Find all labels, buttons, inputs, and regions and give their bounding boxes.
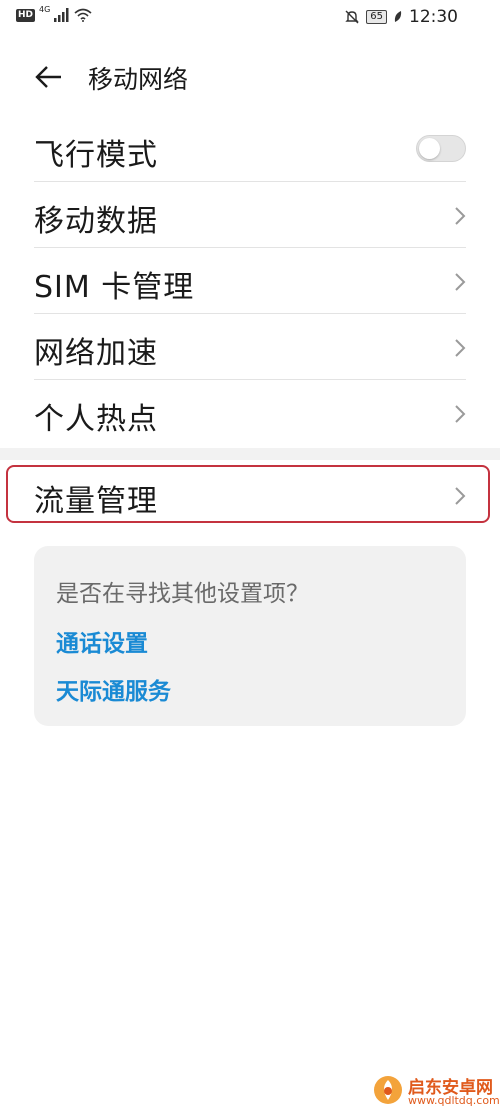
network-acceleration-label: 网络加速	[34, 336, 158, 371]
back-button[interactable]	[30, 58, 70, 94]
watermark: 启东安卓网 www.qdltdq.com	[372, 1070, 500, 1110]
sim-management-row[interactable]: SIM 卡管理	[0, 248, 500, 314]
sim-management-label: SIM 卡管理	[34, 270, 195, 305]
suggestions-question: 是否在寻找其他设置项？	[56, 581, 309, 607]
chevron-right-icon	[455, 487, 466, 505]
chevron-right-icon	[455, 405, 466, 423]
chevron-right-icon	[455, 207, 466, 225]
clock: 12:30	[409, 7, 458, 27]
watermark-url: www.qdltdq.com	[408, 1094, 500, 1107]
hotspot-row[interactable]: 个人热点	[0, 380, 500, 446]
toggle-knob	[419, 138, 440, 159]
airplane-mode-row[interactable]: 飞行模式	[0, 116, 500, 182]
page-title: 移动网络	[88, 65, 189, 94]
hd-badge: HD	[16, 8, 36, 22]
chevron-right-icon	[455, 339, 466, 357]
skytone-service-link[interactable]: 天际通服务	[56, 672, 171, 706]
airplane-mode-toggle[interactable]	[416, 135, 466, 162]
airplane-mode-label: 飞行模式	[34, 138, 158, 173]
section-gap	[0, 448, 500, 460]
traffic-management-label: 流量管理	[34, 484, 158, 519]
wifi-icon	[74, 8, 92, 22]
back-arrow-icon	[35, 66, 61, 88]
status-right: 65 12:30	[344, 7, 458, 27]
mobile-data-label: 移动数据	[34, 204, 158, 239]
bell-muted-icon	[345, 10, 359, 24]
hotspot-label: 个人热点	[34, 402, 158, 437]
battery-indicator: 65	[366, 10, 387, 24]
leaf-icon	[394, 11, 402, 22]
network-acceleration-row[interactable]: 网络加速	[0, 314, 500, 380]
mobile-data-row[interactable]: 移动数据	[0, 182, 500, 248]
settings-list: 飞行模式 移动数据 SIM 卡管理 网络加速 个人热点	[0, 116, 500, 446]
status-bar: HD 4G 65 12:30	[0, 0, 500, 38]
traffic-management-row[interactable]: 流量管理	[0, 462, 500, 526]
network-type: 4G	[39, 4, 51, 14]
status-left: HD 4G	[16, 4, 92, 22]
call-settings-link[interactable]: 通话设置	[56, 624, 148, 658]
watermark-logo-icon	[374, 1076, 402, 1104]
signal-icon	[54, 8, 69, 22]
app-bar: 移动网络	[0, 48, 500, 104]
suggestions-card: 是否在寻找其他设置项？ 通话设置 天际通服务	[34, 546, 466, 726]
chevron-right-icon	[455, 273, 466, 291]
